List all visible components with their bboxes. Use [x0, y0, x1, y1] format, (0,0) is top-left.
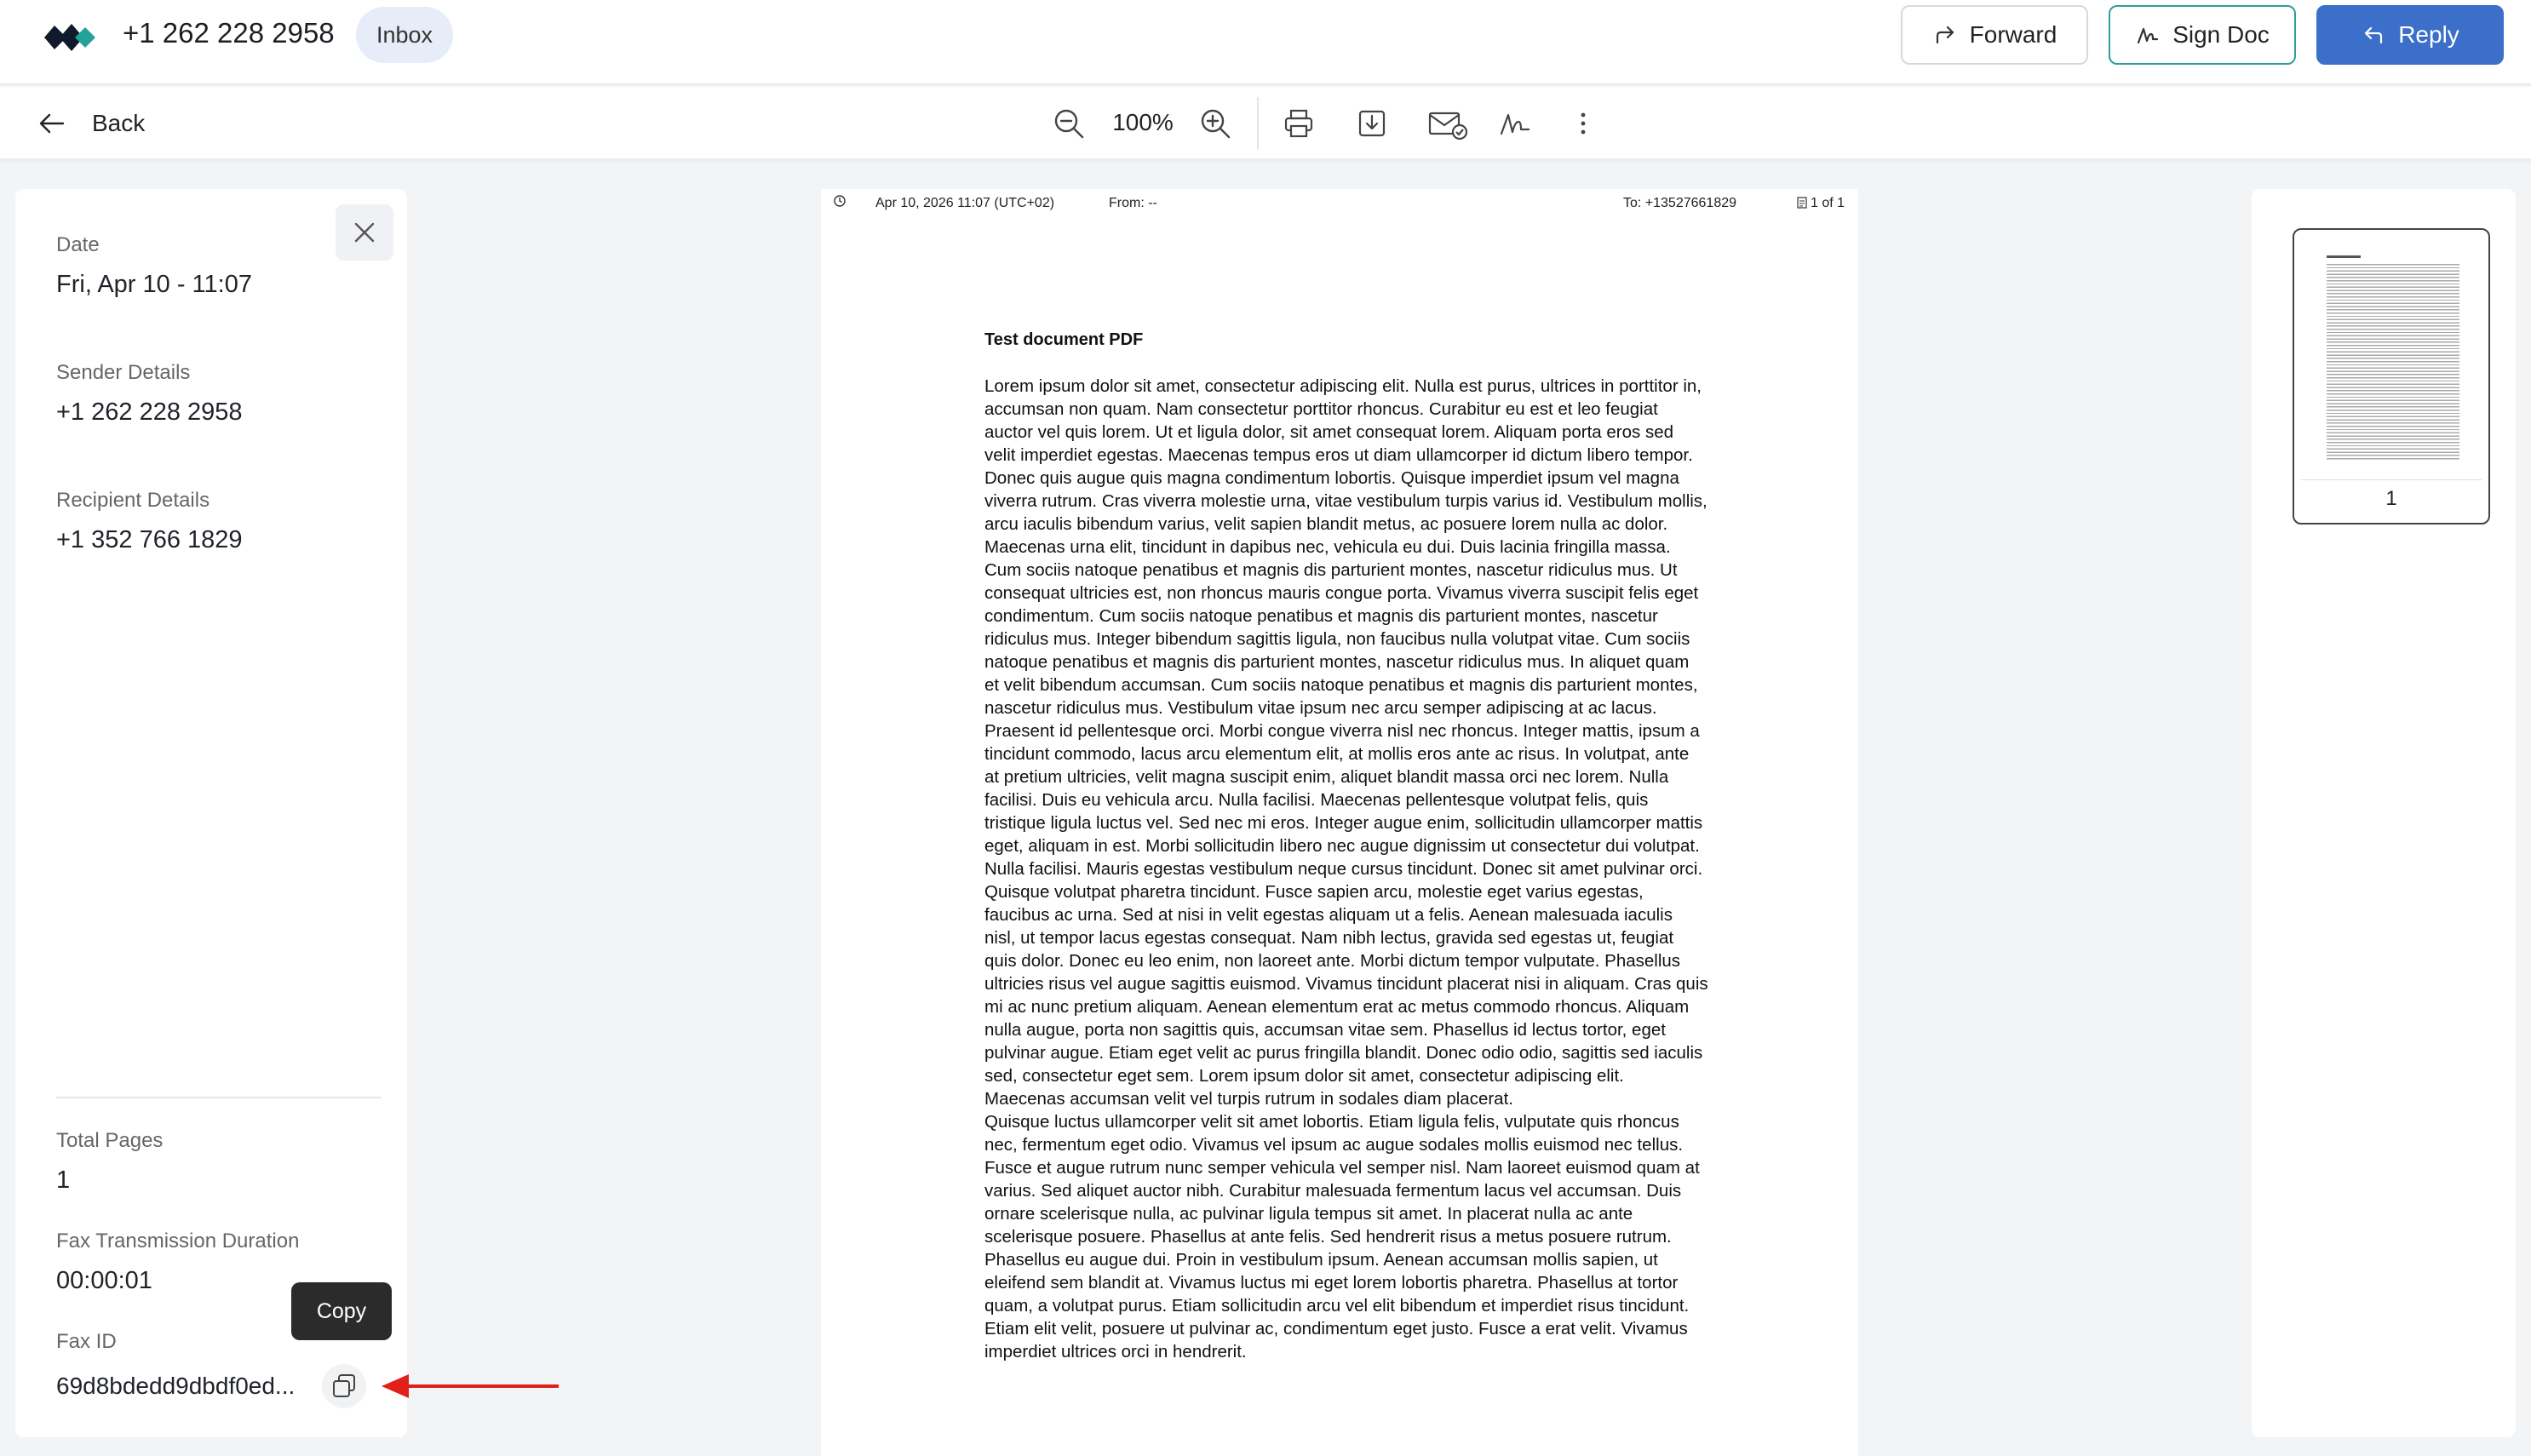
total-pages-label: Total Pages: [56, 1129, 164, 1152]
signature-icon: [1500, 113, 1530, 135]
print-button[interactable]: [1279, 104, 1318, 143]
more-options-button[interactable]: [1564, 104, 1603, 143]
close-details-button[interactable]: [336, 204, 393, 261]
copy-tooltip: Copy: [291, 1282, 392, 1340]
logo-icon: [44, 24, 95, 51]
sender-details-label: Sender Details: [56, 361, 191, 384]
email-check-icon: [1428, 112, 1468, 140]
download-icon: [1358, 110, 1386, 137]
thumbnail-title-line: [2327, 255, 2361, 258]
page-thumbnails-panel: 1: [2252, 189, 2516, 1437]
details-divider: [56, 1097, 382, 1098]
fax-header-pages-text: 1 of 1: [1811, 196, 1845, 210]
reply-icon: [2365, 26, 2383, 44]
document-title: Test document PDF: [984, 330, 1144, 349]
thumbnail-page-number: 1: [2385, 487, 2397, 510]
signature-icon: [2138, 27, 2159, 44]
fax-details-panel: Date Fri, Apr 10 - 11:07 Sender Details …: [15, 189, 407, 1437]
folder-badge: Inbox: [356, 7, 454, 63]
fax-page-header: Apr 10, 2026 11:07 (UTC+02) From: -- To:…: [821, 189, 1858, 215]
sender-details-value: +1 262 228 2958: [56, 398, 243, 426]
zoom-level: 100%: [1112, 109, 1174, 135]
recipient-details-value: +1 352 766 1829: [56, 526, 243, 553]
back-label: Back: [92, 110, 146, 136]
zoom-in-button[interactable]: [1196, 104, 1235, 143]
forward-label: Forward: [1969, 21, 2058, 48]
annotation-arrow-icon: [382, 1374, 559, 1398]
sign-doc-button[interactable]: Sign Doc: [2109, 5, 2296, 65]
print-icon: [1284, 109, 1313, 138]
zoom-out-icon: [1054, 109, 1084, 139]
transmission-duration-label: Fax Transmission Duration: [56, 1230, 300, 1253]
forward-icon: [1936, 26, 1954, 44]
fax-header-pages: 1 of 1: [1797, 196, 1845, 211]
clock-icon: [834, 195, 846, 207]
back-button[interactable]: Back: [37, 104, 145, 143]
page-thumbnail[interactable]: 1: [2293, 228, 2490, 525]
close-icon: [354, 222, 375, 243]
fax-header-to: To: +13527661829: [1623, 196, 1737, 210]
document-page: Apr 10, 2026 11:07 (UTC+02) From: -- To:…: [821, 189, 1858, 1456]
reply-label: Reply: [2398, 21, 2459, 48]
copy-icon: [333, 1374, 355, 1397]
thumbnail-preview: [2301, 233, 2482, 480]
sign-doc-label: Sign Doc: [2172, 21, 2270, 48]
fax-id-value: 69d8bdedd9dbdf0ed...: [56, 1373, 296, 1399]
download-button[interactable]: [1352, 104, 1392, 143]
back-arrow-icon: [39, 113, 65, 134]
zoom-out-button[interactable]: [1049, 104, 1088, 143]
fax-header-from: From: --: [1109, 196, 1157, 210]
thumbnail-text-lines: [2327, 264, 2459, 460]
document-paragraph: Quisque luctus ullamcorper velit sit ame…: [984, 1112, 1700, 1361]
reply-button[interactable]: Reply: [2316, 5, 2504, 65]
header-phone-number: +1 262 228 2958: [123, 17, 335, 49]
forward-button[interactable]: Forward: [1901, 5, 2088, 65]
toolbar-divider: [1257, 97, 1259, 150]
date-label: Date: [56, 233, 100, 256]
pages-icon: [1797, 197, 1807, 209]
email-confirm-button[interactable]: [1424, 104, 1472, 143]
document-body: Lorem ipsum dolor sit amet, consectetur …: [984, 375, 1708, 1363]
total-pages-value: 1: [56, 1167, 71, 1194]
document-toolbar: Back 100%: [0, 87, 2531, 160]
recipient-details-label: Recipient Details: [56, 489, 210, 512]
document-paragraph: Quisque volutpat pharetra tincidunt. Fus…: [984, 882, 1708, 1109]
transmission-duration-value: 00:00:01: [56, 1267, 152, 1294]
fax-id-label: Fax ID: [56, 1330, 117, 1353]
document-paragraph: Lorem ipsum dolor sit amet, consectetur …: [984, 376, 1707, 879]
fax-header-date: Apr 10, 2026 11:07 (UTC+02): [875, 196, 1055, 210]
copy-fax-id-button[interactable]: [322, 1364, 366, 1408]
date-value: Fri, Apr 10 - 11:07: [56, 271, 252, 298]
zoom-in-icon: [1201, 109, 1231, 139]
more-vertical-icon: [1581, 112, 1586, 135]
top-header: +1 262 228 2958 Inbox Forward Sign Doc R…: [0, 0, 2531, 85]
sign-tool-button[interactable]: [1495, 104, 1535, 143]
